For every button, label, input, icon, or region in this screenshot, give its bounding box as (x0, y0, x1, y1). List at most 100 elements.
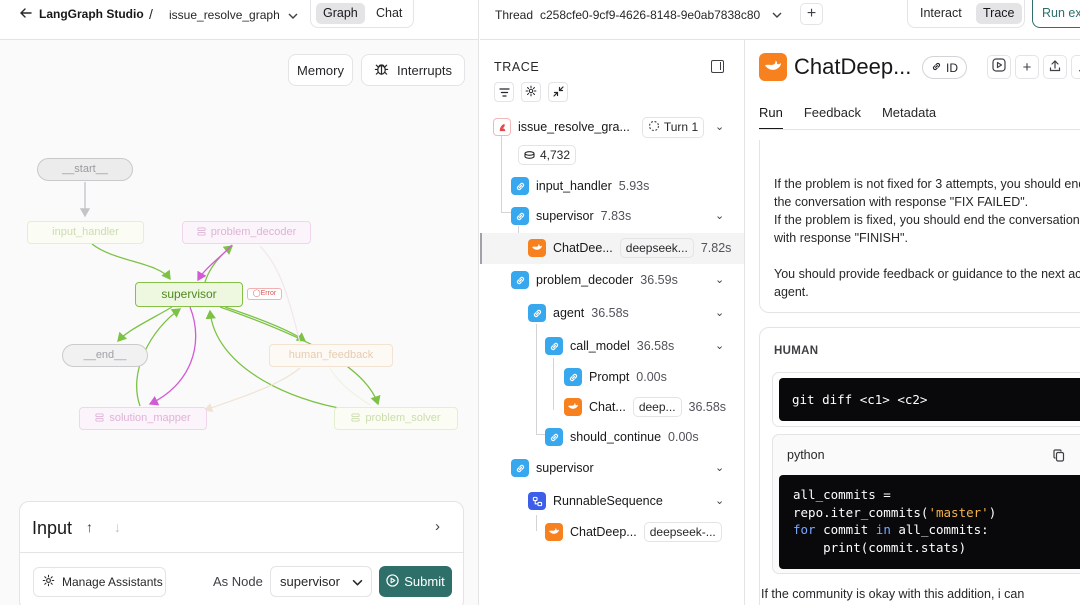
chevron-down-icon[interactable]: ⌄ (715, 461, 724, 474)
trace-row-chat-model[interactable]: ChatDeep... deepseek-... (545, 518, 722, 546)
input-panel-divider (20, 552, 463, 553)
arrow-down-icon[interactable]: ↓ (114, 519, 121, 535)
input-panel-title: Input (32, 518, 73, 538)
node-end[interactable]: __end__ (62, 344, 148, 367)
trace-row-prompt[interactable]: Prompt 0.00s (564, 363, 667, 391)
trace-row-runnable-sequence[interactable]: RunnableSequence (528, 487, 663, 515)
trace-row-name: supervisor (536, 461, 594, 475)
trace-row-input-handler[interactable]: input_handler 5.93s (511, 172, 649, 200)
tree-guide (536, 515, 537, 531)
thread-id[interactable]: c258cfe0-9cf9-4626-8148-9e0ab7838c80 (540, 8, 760, 22)
code-keyword: for (793, 522, 816, 537)
trace-row-name: RunnableSequence (553, 494, 663, 508)
thread-bar: Thread c258cfe0-9cf9-4626-8148-9e0ab7838… (480, 0, 1080, 40)
node-problem-solver-label: problem_solver (365, 412, 441, 424)
node-supervisor[interactable]: supervisor (135, 282, 243, 307)
trace-row-problem-decoder[interactable]: problem_decoder 36.59s (511, 266, 678, 294)
run-experiment-button[interactable]: Run exp (1032, 0, 1080, 28)
code-line: print(commit.stats) (793, 539, 967, 555)
filter-button[interactable] (494, 82, 514, 102)
trace-row-supervisor[interactable]: supervisor (511, 454, 594, 482)
human-label: HUMAN (774, 345, 819, 357)
arrow-up-icon[interactable]: ↑ (86, 519, 93, 535)
node-solution-mapper[interactable]: solution_mapper (79, 407, 207, 430)
input-panel: Input ↑ ↓ › Manage Assistants As Node su… (19, 501, 464, 605)
trace-row-time: 7.83s (600, 209, 632, 223)
chevron-down-icon[interactable]: ⌄ (715, 120, 724, 133)
tab-interact[interactable]: Interact (913, 3, 969, 24)
share-button[interactable] (1043, 55, 1067, 79)
tree-guide (536, 324, 537, 434)
node-start[interactable]: __start__ (37, 158, 133, 181)
coins-icon (524, 148, 535, 162)
subgraph-icon (351, 409, 360, 430)
chevron-down-icon[interactable]: ⌄ (715, 306, 724, 319)
chevron-down-icon[interactable]: ⌄ (715, 494, 724, 507)
trace-row-name: ChatDeep... (570, 525, 637, 539)
model-tag: deep... (632, 397, 682, 417)
code-line: all_commits = (793, 487, 891, 502)
link-icon (511, 177, 529, 195)
node-input-handler[interactable]: input_handler (27, 221, 144, 244)
run-detail-panel: ChatDeep... ID + ↗ Run Feedback Metadata… (746, 40, 1080, 605)
trace-row-chat-model[interactable]: ChatDee... deepseek... 7.82s (528, 234, 731, 262)
chevron-right-icon[interactable]: › (435, 518, 440, 535)
trace-row-time: 0.00s (636, 370, 667, 384)
copy-icon[interactable] (1053, 449, 1065, 465)
trace-row-supervisor[interactable]: supervisor 7.83s (511, 202, 631, 230)
chevron-down-icon[interactable] (772, 7, 782, 21)
inline-code-block: git diff <c1> <c2> (772, 372, 1080, 427)
message-continuation: If the community is okay with this addit… (761, 587, 1025, 601)
turn-label: Turn 1 (663, 120, 699, 134)
play-circle-icon (992, 58, 1006, 76)
as-node-select[interactable]: supervisor (270, 566, 372, 597)
tab-trace[interactable]: Trace (976, 3, 1022, 24)
plus-icon: + (806, 5, 817, 22)
node-human-feedback[interactable]: human_feedback (269, 344, 393, 367)
playground-button[interactable] (987, 55, 1011, 79)
langgraph-icon (493, 118, 511, 136)
add-button[interactable]: + (1015, 55, 1039, 79)
submit-button[interactable]: Submit (379, 566, 452, 597)
trace-row-name: should_continue (570, 430, 662, 444)
link-icon (511, 271, 529, 289)
trace-row-chat-model[interactable]: Chat... deep... 36.58s (564, 393, 726, 421)
tab-run[interactable]: Run (759, 105, 783, 130)
trace-row-should-continue[interactable]: should_continue 0.00s (545, 423, 699, 451)
filter-icon (498, 85, 510, 100)
link-icon (511, 459, 529, 477)
tab-metadata[interactable]: Metadata (882, 105, 936, 127)
trace-root-row[interactable]: issue_resolve_gra... Turn 1 (493, 113, 705, 141)
trace-row-name: Prompt (589, 370, 630, 384)
python-code-block: python all_commits = repo.iter_commits('m… (772, 434, 1080, 574)
chevron-down-icon[interactable]: ⌄ (715, 273, 724, 286)
link-icon (564, 368, 582, 386)
graph-panel: LangGraph Studio / issue_resolve_graph G… (0, 0, 479, 605)
panel-toggle-icon[interactable] (711, 60, 724, 73)
error-icon: ◯ (252, 290, 261, 297)
copy-id-button[interactable]: ID (922, 56, 967, 79)
chevron-down-icon[interactable]: ⌄ (715, 209, 724, 222)
code-token: all_commits: (890, 522, 989, 537)
chevron-down-icon[interactable]: ⌄ (715, 339, 724, 352)
node-problem-solver[interactable]: problem_solver (334, 407, 458, 430)
collapse-button[interactable] (548, 82, 568, 102)
gear-icon (525, 85, 537, 100)
node-problem-decoder[interactable]: problem_decoder (182, 221, 311, 244)
upload-icon (1049, 59, 1061, 76)
tab-feedback[interactable]: Feedback (804, 105, 861, 127)
trace-title: TRACE (494, 60, 540, 74)
subgraph-icon (95, 409, 104, 430)
deepseek-icon (528, 239, 546, 257)
model-tag: deepseek... (619, 238, 694, 258)
node-solution-mapper-label: solution_mapper (109, 412, 191, 424)
system-message: If the problem is not fixed for 3 attemp… (774, 175, 1080, 301)
trace-settings-button[interactable] (521, 82, 541, 102)
manage-assistants-button[interactable]: Manage Assistants (33, 567, 166, 597)
minimize-icon (552, 85, 564, 100)
new-thread-button[interactable]: + (800, 3, 823, 25)
trace-row-agent[interactable]: agent 36.58s (528, 299, 629, 327)
trace-row-time: 36.58s (688, 400, 727, 414)
more-button[interactable]: ↗ (1071, 55, 1080, 79)
trace-row-call-model[interactable]: call_model 36.58s (545, 332, 674, 360)
